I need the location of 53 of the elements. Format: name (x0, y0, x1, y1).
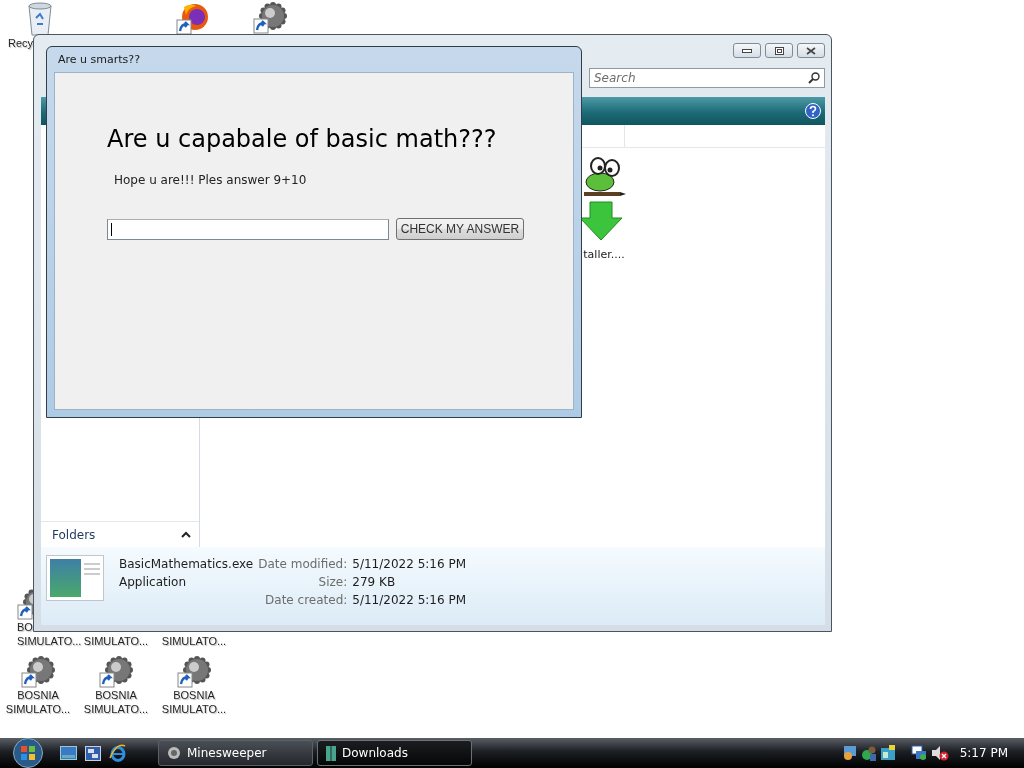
gear-shortcut-icon[interactable] (177, 656, 211, 688)
maximize-button[interactable] (765, 43, 793, 58)
browser-shortcut-icon[interactable] (176, 3, 210, 35)
book-icon (326, 745, 336, 761)
network-icon[interactable] (910, 745, 928, 761)
icon-label: SIMULATO... (83, 702, 149, 716)
property-value: 5/11/2022 5:16 PM (352, 592, 466, 608)
file-type: Application (119, 574, 188, 590)
property-value: 279 KB (352, 574, 397, 590)
icon-label: SIMULATO... (17, 634, 82, 648)
application-thumbnail (46, 555, 104, 601)
recycle-bin-icon[interactable] (27, 2, 53, 36)
icon-label: BOSNIA (17, 688, 59, 702)
gear-shortcut-icon[interactable] (99, 656, 133, 688)
folders-label: Folders (52, 527, 96, 542)
property-value: 5/11/2022 5:16 PM (352, 556, 466, 572)
switch-windows-icon[interactable] (85, 745, 101, 761)
icon-label: BO (17, 620, 33, 634)
prompt-text: Hope u are!!! Ples answer 9+10 (114, 173, 308, 187)
icon-label: BOSNIA (95, 688, 137, 702)
maximize-icon (774, 46, 784, 55)
taskbar-button[interactable]: Downloads (317, 740, 472, 766)
search-field[interactable]: Search (589, 68, 825, 88)
gear-shortcut-icon[interactable] (253, 2, 287, 34)
file-name[interactable]: taller.... (583, 248, 625, 261)
help-icon[interactable] (805, 103, 821, 119)
icon-label: SIMULATO... (5, 702, 71, 716)
minimize-button[interactable] (733, 43, 761, 58)
taskbar-button[interactable]: Minesweeper (158, 740, 313, 766)
search-icon[interactable] (808, 72, 820, 84)
heading: Are u capabale of basic math??? (107, 125, 498, 153)
property-label: Size: (317, 574, 348, 590)
property-label: Date modified: (258, 556, 348, 572)
window-title: Are u smarts?? (57, 52, 141, 68)
close-button[interactable] (797, 43, 825, 58)
close-icon (806, 46, 816, 55)
browser-icon[interactable] (109, 744, 126, 762)
show-desktop-icon[interactable] (60, 746, 77, 760)
icon-label: Recy (8, 36, 34, 50)
answer-field[interactable] (107, 218, 389, 240)
icon-label: SIMULATO... (161, 634, 227, 648)
clock: 5:17 PM (959, 746, 1008, 760)
property-label: Date created: (264, 592, 348, 608)
minimize-icon (742, 48, 752, 53)
gear-icon (167, 746, 181, 760)
gear-shortcut-icon[interactable] (21, 656, 55, 688)
file-name: BasicMathematics.exe (119, 556, 254, 572)
icon-label: BOSNIA (173, 688, 215, 702)
chevron-up-icon[interactable] (181, 531, 191, 538)
check-answer-button[interactable]: CHECK MY ANSWER (396, 218, 524, 240)
icon-label: SIMULATO... (83, 634, 149, 648)
icon-label: SIMULATO... (161, 702, 227, 716)
muted-speaker-icon[interactable] (930, 745, 949, 761)
